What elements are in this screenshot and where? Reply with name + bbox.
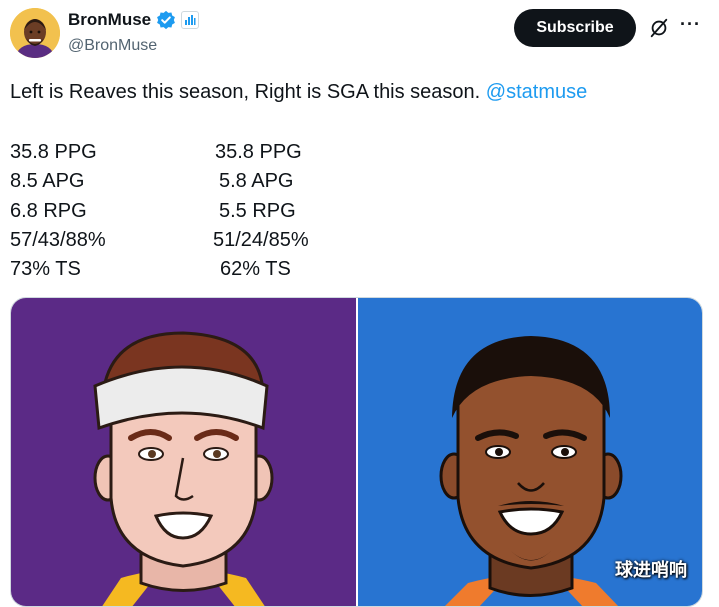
tweet-body: Left is Reaves this season, Right is SGA… xyxy=(10,81,486,103)
stat-right: 35.8 PPG xyxy=(215,141,302,163)
stat-right: 5.5 RPG xyxy=(219,199,296,222)
tweet-text: Left is Reaves this season, Right is SGA… xyxy=(10,80,587,104)
author-handle[interactable]: @BronMuse xyxy=(68,37,157,55)
stat-right: 62% TS xyxy=(220,258,291,281)
stat-left: 35.8 PPG xyxy=(10,141,97,163)
author-display-name[interactable]: BronMuse xyxy=(68,10,151,30)
stat-row: 57/43/88% 51/24/85% xyxy=(10,226,350,255)
lebron-avatar-icon xyxy=(10,8,60,58)
mention-link[interactable]: @statmuse xyxy=(486,81,587,103)
stat-left: 8.5 APG xyxy=(10,170,85,193)
stat-row: 8.5 APG 5.8 APG xyxy=(10,167,350,196)
stat-right: 51/24/85% xyxy=(213,228,309,251)
reaves-cartoon-image[interactable] xyxy=(11,298,356,606)
stat-left: 6.8 RPG xyxy=(10,199,87,222)
subscribe-button[interactable]: Subscribe xyxy=(514,9,636,47)
stat-left: 73% TS xyxy=(10,258,81,281)
author-avatar[interactable] xyxy=(10,8,60,58)
stats-block: 35.8 PPG 35.8 PPG 8.5 APG 5.8 APG 6.8 RP… xyxy=(10,138,350,284)
stat-left: 57/43/88% xyxy=(10,228,106,251)
reaves-illustration xyxy=(93,331,274,606)
stat-row: 73% TS 62% TS xyxy=(10,255,350,284)
more-options-icon[interactable]: ··· xyxy=(680,14,704,34)
stat-row: 35.8 PPG 35.8 PPG xyxy=(10,138,350,167)
stat-row: 6.8 RPG 5.5 RPG xyxy=(10,197,350,226)
watermark-text: 球进哨响 xyxy=(615,560,687,581)
tweet-media[interactable] xyxy=(10,297,703,607)
grok-icon[interactable] xyxy=(648,17,670,39)
verified-badge-icon xyxy=(157,10,176,30)
stat-right: 5.8 APG xyxy=(219,170,294,193)
affiliate-badge-icon[interactable] xyxy=(181,11,200,29)
